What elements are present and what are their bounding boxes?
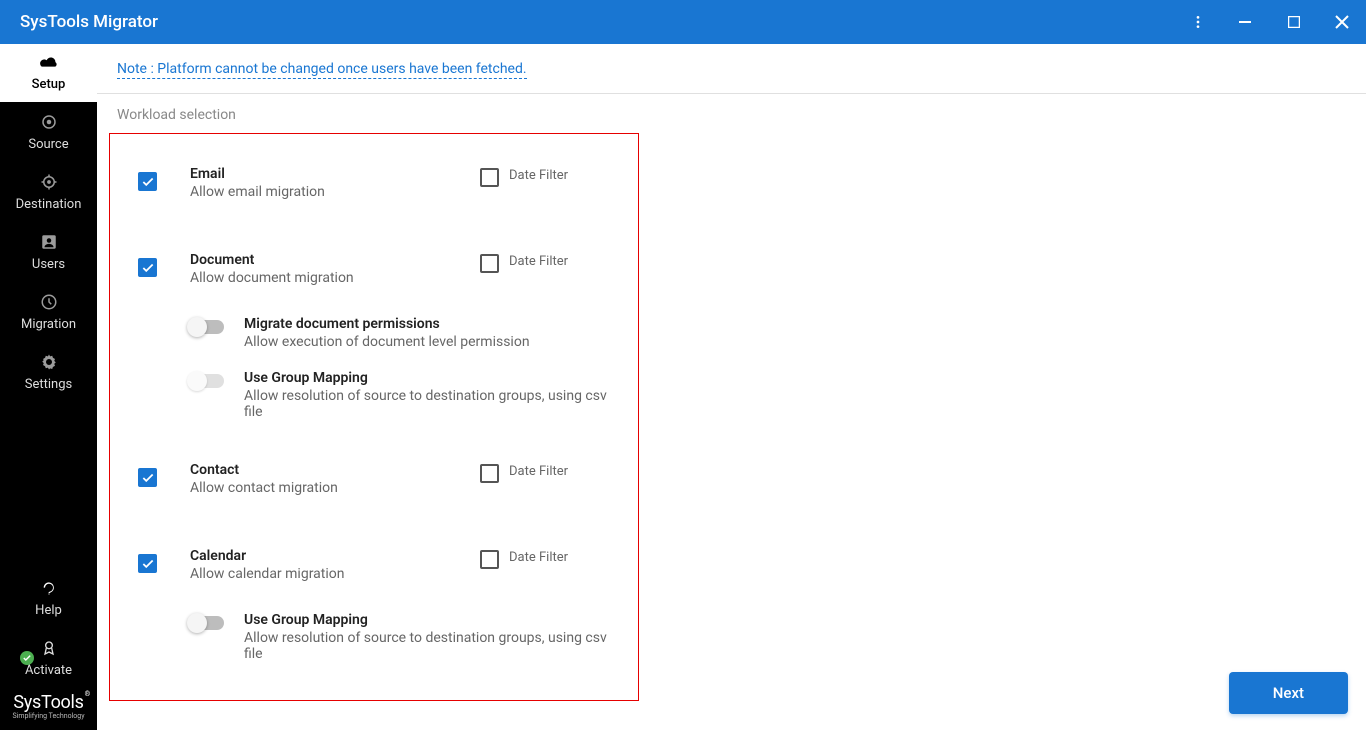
calendar-date-filter-checkbox[interactable] [480, 550, 499, 569]
document-checkbox[interactable] [138, 258, 157, 277]
badge-icon [41, 639, 57, 657]
workload-row-contact: Contact Allow contact migration Date Fil… [138, 454, 610, 516]
email-date-filter-checkbox[interactable] [480, 168, 499, 187]
close-button[interactable] [1318, 0, 1366, 44]
cal-group-mapping-toggle[interactable] [190, 616, 224, 630]
calendar-sub-group-mapping: Use Group Mapping Allow resolution of so… [138, 602, 610, 672]
calendar-title: Calendar [190, 548, 480, 564]
permissions-desc: Allow execution of document level permis… [244, 334, 610, 350]
contact-date-filter-checkbox[interactable] [480, 464, 499, 483]
cloud-icon [38, 55, 60, 71]
brand-footer: SysTools® Simplifying Technology [0, 688, 97, 726]
sidebar-item-help[interactable]: Help [0, 570, 97, 628]
cal-group-mapping-desc: Allow resolution of source to destinatio… [244, 630, 610, 662]
sidebar-label: Source [28, 137, 68, 152]
sidebar-label: Settings [25, 377, 72, 392]
minimize-icon [1239, 15, 1253, 29]
email-date-filter-label: Date Filter [509, 168, 568, 183]
clock-icon [40, 293, 58, 311]
doc-group-mapping-title: Use Group Mapping [244, 370, 610, 386]
doc-group-mapping-desc: Allow resolution of source to destinatio… [244, 388, 610, 420]
app-title: SysTools Migrator [20, 12, 158, 32]
activate-status-dot [20, 651, 34, 665]
email-checkbox[interactable] [138, 172, 157, 191]
more-button[interactable] [1174, 0, 1222, 44]
contact-date-filter-label: Date Filter [509, 464, 568, 479]
document-sub-permissions: Migrate document permissions Allow execu… [138, 306, 610, 360]
sidebar-item-migration[interactable]: Migration [0, 282, 97, 342]
question-icon [41, 581, 57, 597]
sidebar-item-setup[interactable]: Setup [0, 44, 97, 102]
contact-title: Contact [190, 462, 480, 478]
sidebar-label: Activate [25, 663, 72, 678]
contact-subtitle: Allow contact migration [190, 480, 480, 496]
document-date-filter-label: Date Filter [509, 254, 568, 269]
gear-icon [40, 353, 58, 371]
workload-row-email: Email Allow email migration Date Filter [138, 158, 610, 220]
sidebar-label: Help [35, 603, 62, 618]
note-bar: Note : Platform cannot be changed once u… [97, 44, 1366, 93]
sidebar-label: Users [32, 257, 65, 272]
sidebar: Setup Source Destination Users Migration… [0, 44, 97, 730]
sidebar-label: Migration [21, 317, 76, 332]
document-sub-group-mapping: Use Group Mapping Allow resolution of so… [138, 360, 610, 430]
more-vert-icon [1190, 14, 1206, 30]
gps-icon [40, 173, 58, 191]
calendar-checkbox[interactable] [138, 554, 157, 573]
email-subtitle: Allow email migration [190, 184, 480, 200]
workload-selection-box: Email Allow email migration Date Filter [109, 133, 639, 701]
close-icon [1335, 15, 1349, 29]
sidebar-item-source[interactable]: Source [0, 102, 97, 162]
next-button[interactable]: Next [1229, 672, 1348, 714]
doc-group-mapping-toggle [190, 374, 224, 388]
sidebar-item-users[interactable]: Users [0, 222, 97, 282]
section-label: Workload selection [97, 94, 1366, 133]
maximize-icon [1288, 16, 1300, 28]
sidebar-item-settings[interactable]: Settings [0, 342, 97, 402]
email-title: Email [190, 166, 480, 182]
permissions-title: Migrate document permissions [244, 316, 610, 332]
titlebar: SysTools Migrator [0, 0, 1366, 44]
sidebar-item-activate[interactable]: Activate [0, 628, 97, 688]
main-content: Note : Platform cannot be changed once u… [97, 44, 1366, 730]
migrate-permissions-toggle[interactable] [190, 320, 224, 334]
calendar-subtitle: Allow calendar migration [190, 566, 480, 582]
contact-checkbox[interactable] [138, 468, 157, 487]
account-box-icon [40, 233, 58, 251]
minimize-button[interactable] [1222, 0, 1270, 44]
brand-name: SysTools® [0, 692, 97, 713]
note-text: Note : Platform cannot be changed once u… [117, 61, 527, 79]
brand-tagline: Simplifying Technology [0, 712, 97, 720]
document-title: Document [190, 252, 480, 268]
workload-row-calendar: Calendar Allow calendar migration Date F… [138, 540, 610, 602]
sidebar-label: Setup [32, 77, 66, 92]
maximize-button[interactable] [1270, 0, 1318, 44]
workload-row-document: Document Allow document migration Date F… [138, 244, 610, 306]
window-controls [1174, 0, 1366, 44]
sidebar-item-destination[interactable]: Destination [0, 162, 97, 222]
document-subtitle: Allow document migration [190, 270, 480, 286]
target-icon [40, 113, 58, 131]
calendar-date-filter-label: Date Filter [509, 550, 568, 565]
cal-group-mapping-title: Use Group Mapping [244, 612, 610, 628]
document-date-filter-checkbox[interactable] [480, 254, 499, 273]
sidebar-label: Destination [16, 197, 82, 212]
